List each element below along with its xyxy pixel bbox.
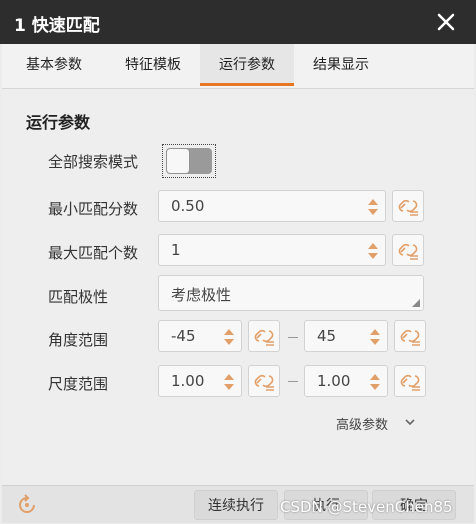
scale-min-input[interactable]: 1.00 bbox=[158, 365, 242, 397]
link-icon bbox=[398, 243, 418, 260]
dropdown-corner-icon bbox=[412, 299, 420, 307]
max-count-value: 1 bbox=[171, 241, 181, 259]
reset-icon[interactable] bbox=[16, 494, 38, 516]
angle-range-label: 角度范围 bbox=[48, 331, 109, 349]
quick-match-dialog: 1 快速匹配 基本参数 特征模板 运行参数 结果显示 运行参数 全部搜索模式 最… bbox=[0, 0, 476, 524]
continuous-run-button[interactable]: 连续执行 bbox=[194, 490, 278, 520]
run-params-panel: 运行参数 全部搜索模式 最小匹配分数 0.50 最大匹配个数 1 匹配极性 考虑… bbox=[2, 89, 474, 485]
angle-min-link-button[interactable] bbox=[248, 320, 280, 352]
angle-max-input[interactable]: 45 bbox=[304, 320, 388, 352]
spinner-icon[interactable] bbox=[223, 326, 235, 348]
tab-result-display[interactable]: 结果显示 bbox=[294, 44, 388, 86]
link-icon bbox=[398, 199, 418, 216]
angle-max-value: 45 bbox=[317, 327, 337, 345]
scale-range-label: 尺度范围 bbox=[48, 375, 109, 393]
link-icon bbox=[400, 374, 420, 391]
min-score-value: 0.50 bbox=[171, 197, 205, 215]
link-icon bbox=[254, 374, 274, 391]
scale-max-value: 1.00 bbox=[317, 372, 351, 390]
polarity-select[interactable]: 考虑极性 bbox=[158, 275, 424, 311]
tab-bar: 基本参数 特征模板 运行参数 结果显示 bbox=[2, 44, 474, 89]
title-bar: 1 快速匹配 bbox=[0, 0, 476, 44]
spinner-icon[interactable] bbox=[223, 371, 235, 393]
link-icon bbox=[254, 329, 274, 346]
max-count-link-button[interactable] bbox=[392, 234, 424, 266]
min-score-link-button[interactable] bbox=[392, 190, 424, 222]
max-count-label: 最大匹配个数 bbox=[48, 244, 139, 262]
scale-min-value: 1.00 bbox=[171, 372, 205, 390]
spinner-icon[interactable] bbox=[367, 196, 379, 218]
range-separator bbox=[288, 337, 298, 338]
spinner-icon[interactable] bbox=[369, 326, 381, 348]
toggle-knob bbox=[167, 149, 189, 173]
min-score-input[interactable]: 0.50 bbox=[158, 190, 386, 222]
dialog-title: 1 快速匹配 bbox=[14, 16, 100, 36]
toggle-track bbox=[166, 148, 212, 174]
scale-min-link-button[interactable] bbox=[248, 365, 280, 397]
advanced-params-toggle[interactable]: 高级参数 bbox=[336, 414, 388, 433]
search-mode-toggle[interactable] bbox=[162, 144, 216, 178]
min-score-label: 最小匹配分数 bbox=[48, 200, 139, 218]
tab-run-params[interactable]: 运行参数 bbox=[200, 44, 294, 86]
chevron-down-icon[interactable] bbox=[404, 417, 416, 427]
range-separator bbox=[288, 381, 298, 382]
link-icon bbox=[400, 329, 420, 346]
angle-min-input[interactable]: -45 bbox=[158, 320, 242, 352]
scale-max-link-button[interactable] bbox=[394, 365, 426, 397]
section-title: 运行参数 bbox=[26, 113, 91, 132]
watermark-text: CSDN @StevenChen85 bbox=[280, 498, 453, 516]
polarity-label: 匹配极性 bbox=[48, 288, 109, 306]
polarity-value: 考虑极性 bbox=[171, 286, 232, 304]
max-count-input[interactable]: 1 bbox=[158, 234, 386, 266]
tab-feature-template[interactable]: 特征模板 bbox=[106, 44, 200, 86]
scale-max-input[interactable]: 1.00 bbox=[304, 365, 388, 397]
spinner-icon[interactable] bbox=[367, 240, 379, 262]
angle-max-link-button[interactable] bbox=[394, 320, 426, 352]
tab-basic-params[interactable]: 基本参数 bbox=[2, 44, 106, 86]
close-icon[interactable] bbox=[434, 10, 458, 34]
search-mode-label: 全部搜索模式 bbox=[48, 153, 139, 171]
angle-min-value: -45 bbox=[171, 327, 196, 345]
spinner-icon[interactable] bbox=[369, 371, 381, 393]
